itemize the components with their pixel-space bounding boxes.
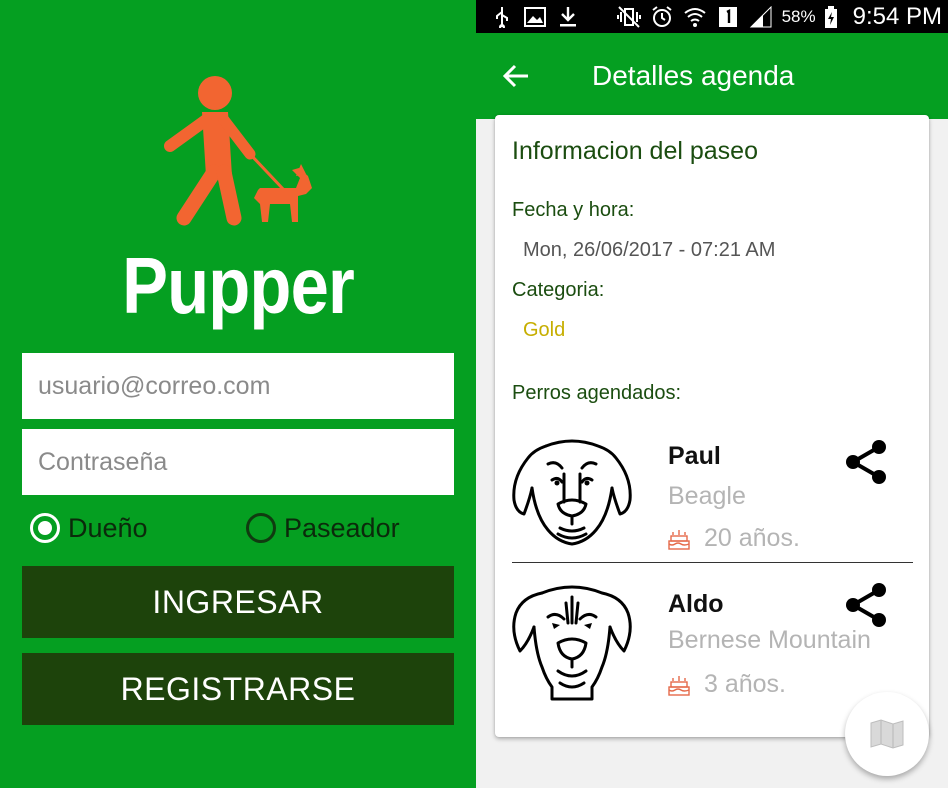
category-label: Categoria: [512,279,605,301]
register-button[interactable]: REGISTRARSE [22,653,454,725]
dog-age-text: 20 años. [704,524,800,552]
login-button[interactable]: INGRESAR [22,566,454,638]
app-bar: Detalles agenda [476,33,948,119]
usb-icon [490,5,514,29]
battery-text: 58% [781,6,816,26]
email-input[interactable] [22,353,454,419]
details-screen: 58% 9:54 PM Detalles agenda Informacion … [476,0,948,788]
password-input[interactable] [22,429,454,495]
download-icon [556,5,580,29]
dog-list-item[interactable]: Aldo Bernese Mountain 3 años. [495,578,929,718]
walk-info-card: Informacion del paseo Fecha y hora: Mon,… [495,115,929,737]
sim-1-icon [716,5,740,29]
dog-name: Aldo [668,590,724,618]
date-label: Fecha y hora: [512,199,635,221]
dogs-label: Perros agendados: [512,382,682,404]
app-name: Pupper [122,241,355,330]
alarm-icon [650,5,674,29]
map-button[interactable] [845,692,929,776]
card-title: Informacion del paseo [512,137,758,165]
birthday-cake-icon [668,675,690,696]
dog-name: Paul [668,442,721,470]
birthday-cake-icon [668,529,690,550]
signal-icon [749,5,773,29]
beagle-face-icon [512,439,632,546]
clock-text: 9:54 PM [852,2,942,30]
map-icon [870,719,904,749]
battery-icon [819,5,843,29]
vibrate-icon [616,5,641,29]
page-title: Detalles agenda [592,60,795,91]
status-bar: 58% 9:54 PM [476,0,948,33]
login-screen: Pupper Dueño Paseador INGRESAR REGISTRAR… [0,0,476,788]
dog-list-item[interactable]: Paul Beagle 20 años. [495,428,929,568]
bernese-face-icon [512,585,632,701]
dog-age-text: 3 años. [704,670,787,698]
radio-owner-indicator[interactable] [30,513,60,543]
person-walking-dog-icon [164,76,312,226]
dog-age: 20 años. [668,524,800,553]
divider [512,562,913,563]
wifi-icon [683,5,707,29]
radio-walker[interactable]: Paseador [246,508,400,548]
back-arrow-icon[interactable] [486,46,546,106]
category-value: Gold [523,319,566,341]
date-value: Mon, 26/06/2017 - 07:21 AM [523,239,776,261]
radio-walker-label: Paseador [284,512,400,543]
share-icon[interactable] [840,435,894,489]
share-icon[interactable] [840,578,894,632]
radio-owner[interactable]: Dueño [30,508,148,548]
radio-owner-label: Dueño [68,512,148,543]
radio-walker-indicator[interactable] [246,513,276,543]
dog-age: 3 años. [668,670,786,699]
image-icon [523,5,547,29]
